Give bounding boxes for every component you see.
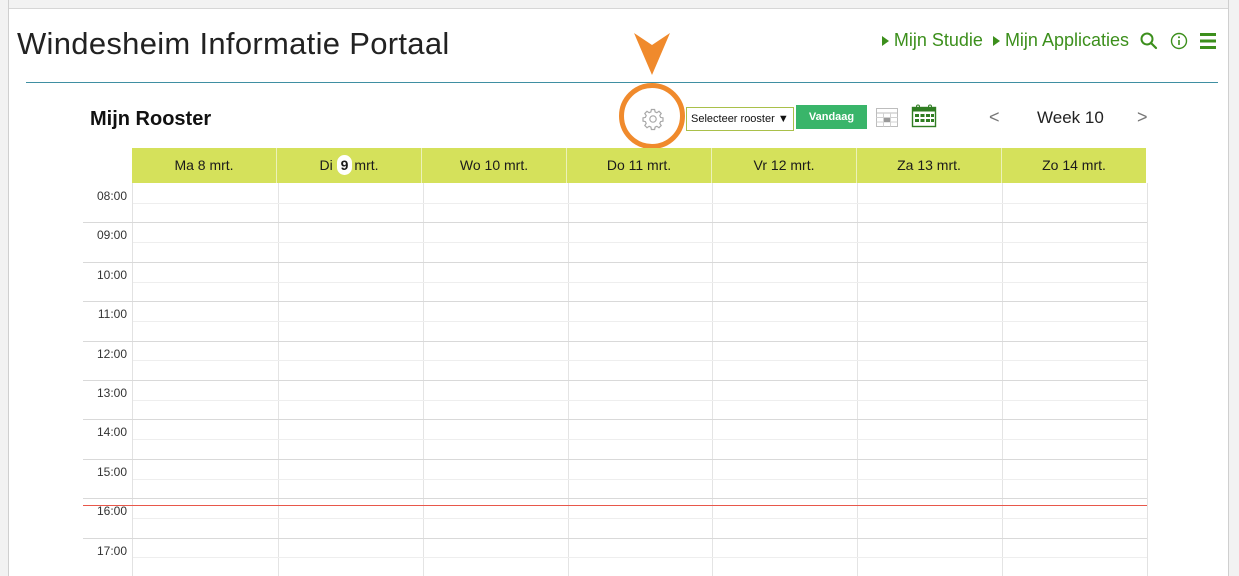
time-label: 10:00 [96,268,127,282]
window-frame-right [1228,0,1239,576]
time-label: 13:00 [96,386,127,400]
prev-week-button[interactable]: < [989,107,1000,128]
hour-divider [83,262,1147,263]
triangle-right-icon [992,35,1000,46]
calendar-week-icon[interactable] [911,104,937,128]
hour-divider [83,222,1147,223]
day-label: Di [319,157,333,173]
arrow-down-annotation-icon [634,33,670,75]
half-hour-divider [133,439,1147,440]
day-header-sun[interactable]: Zo 14 mrt. [1001,148,1146,183]
half-hour-divider [133,360,1147,361]
day-label: Wo 10 mrt. [459,157,529,173]
next-week-button[interactable]: > [1137,107,1148,128]
page-title: Mijn Rooster [90,108,212,130]
day-header-thu[interactable]: Do 11 mrt. [566,148,711,183]
day-label: Za 13 mrt. [897,157,961,173]
time-label: 14:00 [96,425,127,439]
time-label: 11:00 [97,307,127,321]
search-icon[interactable] [1139,31,1159,51]
time-label: 09:00 [96,228,127,242]
day-header-mon[interactable]: Ma 8 mrt. [132,148,276,183]
day-month-label: mrt. [354,157,379,173]
day-label: Vr 12 mrt. [753,157,815,173]
day-header-row: Ma 8 mrt. Di 9 mrt. Wo 10 mrt. Do 11 mrt.… [132,148,1146,183]
week-calendar: Ma 8 mrt. Di 9 mrt. Wo 10 mrt. Do 11 mrt.… [82,148,1148,576]
hour-divider [83,459,1147,460]
time-label: 16:00 [96,504,127,518]
half-hour-divider [133,242,1147,243]
hour-divider [83,380,1147,381]
half-hour-divider [133,518,1147,519]
today-date-badge: 9 [336,155,353,175]
day-label: Ma 8 mrt. [174,157,234,173]
week-label: Week 10 [1037,108,1104,127]
window-frame-top [0,0,1239,9]
info-icon[interactable] [1169,31,1189,51]
time-label: 12:00 [96,347,127,361]
rooster-select[interactable]: Selecteer rooster ▼ [686,107,794,131]
time-label: 17:00 [96,544,127,558]
menu-icon[interactable] [1199,31,1217,51]
day-label: Zo 14 mrt. [1042,157,1106,173]
top-navigation: Mijn Studie Mijn Applicaties [881,30,1217,51]
today-button[interactable]: Vandaag [796,105,867,129]
half-hour-divider [133,557,1147,558]
hour-divider [83,341,1147,342]
portal-title: Windesheim Informatie Portaal [17,26,450,61]
day-header-tue[interactable]: Di 9 mrt. [276,148,421,183]
triangle-right-icon [881,35,889,46]
calendar-day-icon[interactable] [875,106,899,128]
half-hour-divider [133,400,1147,401]
half-hour-divider [133,203,1147,204]
header-divider [26,82,1218,83]
half-hour-divider [133,479,1147,480]
nav-mijn-studie-label: Mijn Studie [893,30,983,50]
current-time-line [83,505,1147,506]
nav-mijn-applicaties[interactable]: Mijn Applicaties [992,30,1129,51]
half-hour-divider [133,282,1147,283]
window-frame-left [0,0,9,576]
half-hour-divider [133,321,1147,322]
hour-divider [83,419,1147,420]
time-grid[interactable]: 08:00 09:00 10:00 11:00 12:00 13:00 14:00 15:00… [83,183,1148,576]
hour-divider [83,301,1147,302]
time-label: 08:00 [96,189,127,203]
day-label: Do 11 mrt. [606,157,672,173]
day-header-sat[interactable]: Za 13 mrt. [856,148,1001,183]
day-header-wed[interactable]: Wo 10 mrt. [421,148,566,183]
nav-mijn-studie[interactable]: Mijn Studie [881,30,983,51]
nav-mijn-applicaties-label: Mijn Applicaties [1004,30,1129,50]
hour-divider [83,498,1147,499]
hour-divider [83,538,1147,539]
time-label: 15:00 [96,465,127,479]
day-header-fri[interactable]: Vr 12 mrt. [711,148,856,183]
gear-icon[interactable] [640,106,666,132]
